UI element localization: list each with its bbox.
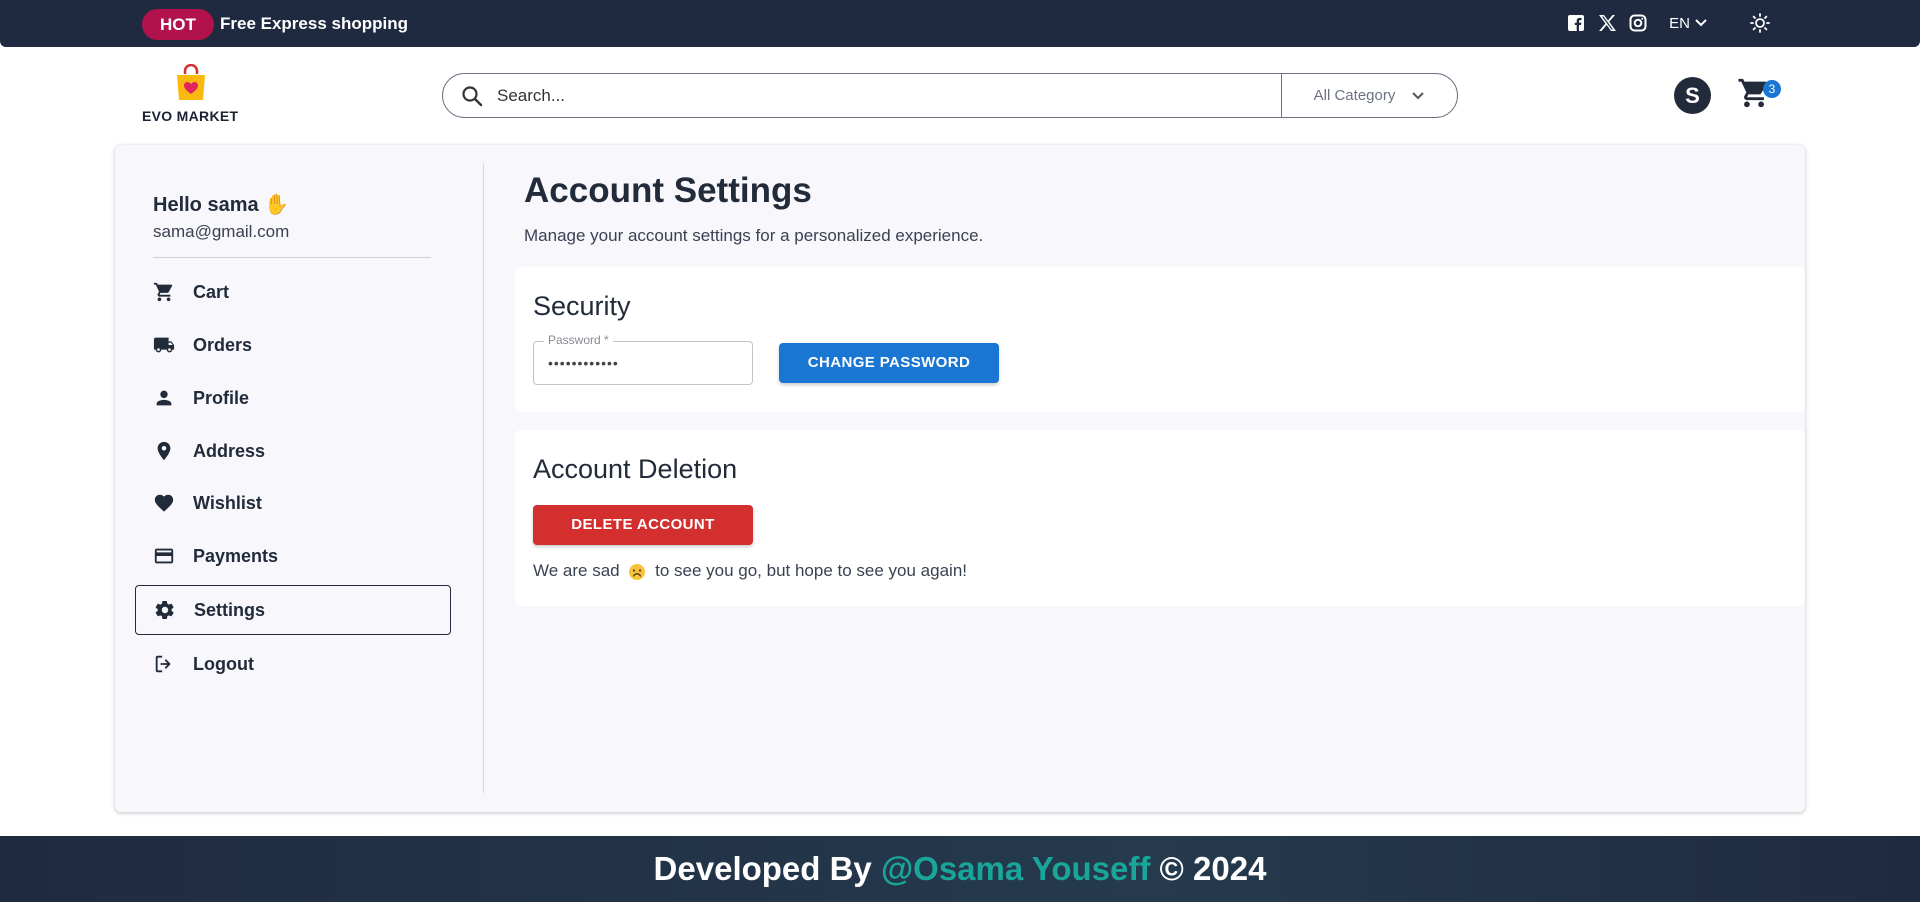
account-sidebar: Hello sama ✋ sama@gmail.com Cart Orders … <box>115 145 483 812</box>
logout-icon <box>155 655 171 673</box>
security-title: Security <box>533 291 631 321</box>
sidebar-item-settings[interactable]: Settings <box>135 585 451 635</box>
sidebar-item-profile[interactable]: Profile <box>135 373 451 423</box>
farewell-message-end: to see you go, but hope to see you again… <box>655 561 967 580</box>
user-email: sama@gmail.com <box>153 222 290 241</box>
security-panel: Security Password * •••••••••••• CHANGE … <box>515 267 1805 412</box>
settings-content: Account Settings Manage your account set… <box>504 145 1805 812</box>
instagram-icon[interactable] <box>1629 14 1647 32</box>
search-icon[interactable] <box>461 85 483 107</box>
password-label: Password * <box>544 333 613 347</box>
sidebar-item-label: Logout <box>193 653 254 674</box>
change-password-button[interactable]: CHANGE PASSWORD <box>779 343 999 383</box>
person-icon <box>156 390 172 406</box>
gear-icon <box>155 601 174 619</box>
greeting: Hello sama ✋ <box>153 194 290 216</box>
password-field[interactable]: Password * •••••••••••• <box>533 333 753 385</box>
footer-copyright: © 2024 <box>1159 850 1267 887</box>
theme-toggle-sun-icon[interactable] <box>1750 13 1770 33</box>
footer-prefix: Developed By <box>653 850 872 887</box>
farewell-message: We are sad to see you go, but hope to se… <box>533 561 967 581</box>
language-label: EN <box>1669 14 1690 32</box>
facebook-icon[interactable] <box>1567 14 1585 32</box>
shopping-bag-logo-icon <box>177 64 205 100</box>
chevron-down-icon <box>1695 19 1707 27</box>
sidebar-item-label: Cart <box>193 281 230 302</box>
sidebar-divider <box>153 257 431 258</box>
password-value: •••••••••••• <box>548 355 619 371</box>
sidebar-item-label: Settings <box>194 599 266 620</box>
sidebar-item-label: Profile <box>193 387 250 408</box>
credit-card-icon <box>154 548 174 564</box>
sidebar-item-address[interactable]: Address <box>135 426 451 476</box>
truck-icon <box>153 337 175 353</box>
farewell-message-start: We are sad <box>533 561 620 580</box>
sidebar-item-label: Orders <box>193 334 253 355</box>
top-icons: EN <box>1567 13 1770 33</box>
sidebar-item-label: Payments <box>193 545 279 566</box>
category-select-label: All Category <box>1313 87 1396 104</box>
account-deletion-title: Account Deletion <box>533 454 738 484</box>
location-pin-icon <box>157 441 171 461</box>
account-deletion-panel: Account Deletion DELETE ACCOUNT We are s… <box>515 430 1805 606</box>
sidebar-item-label: Address <box>193 440 266 461</box>
sidebar-item-label: Wishlist <box>193 492 262 513</box>
sidebar-item-logout[interactable]: Logout <box>135 639 451 689</box>
sidebar-item-orders[interactable]: Orders <box>135 320 451 370</box>
language-selector[interactable]: EN <box>1669 15 1708 32</box>
search-input[interactable] <box>495 82 1195 110</box>
page-subtitle: Manage your account settings for a perso… <box>524 226 984 245</box>
sidebar-item-wishlist[interactable]: Wishlist <box>135 478 451 528</box>
brand-name: EVO MARKET <box>142 108 239 124</box>
footer: Developed By @Osama Youseff © 2024 <box>0 836 1920 902</box>
chevron-down-icon <box>1412 91 1425 99</box>
content-divider <box>483 163 484 793</box>
sidebar-item-cart[interactable]: Cart <box>135 267 451 317</box>
heart-icon <box>154 494 174 512</box>
cart-icon <box>153 282 173 302</box>
sad-face-icon <box>629 563 646 580</box>
search-bar: All Category <box>442 73 1458 118</box>
cart-count-badge: 3 <box>1763 80 1781 98</box>
sidebar-item-payments[interactable]: Payments <box>135 531 451 581</box>
promo-text: Free Express shopping <box>220 14 408 33</box>
hot-badge: HOT <box>142 9 214 40</box>
x-twitter-icon[interactable] <box>1597 14 1617 32</box>
top-bar: HOT Free Express shopping EN <box>0 0 1920 47</box>
page-title: Account Settings <box>524 171 812 210</box>
user-avatar[interactable]: S <box>1674 77 1711 114</box>
footer-author-link[interactable]: @Osama Youseff <box>881 850 1150 887</box>
delete-account-button[interactable]: DELETE ACCOUNT <box>533 505 753 545</box>
category-select[interactable]: All Category <box>1281 73 1457 118</box>
account-card: Hello sama ✋ sama@gmail.com Cart Orders … <box>115 145 1805 812</box>
